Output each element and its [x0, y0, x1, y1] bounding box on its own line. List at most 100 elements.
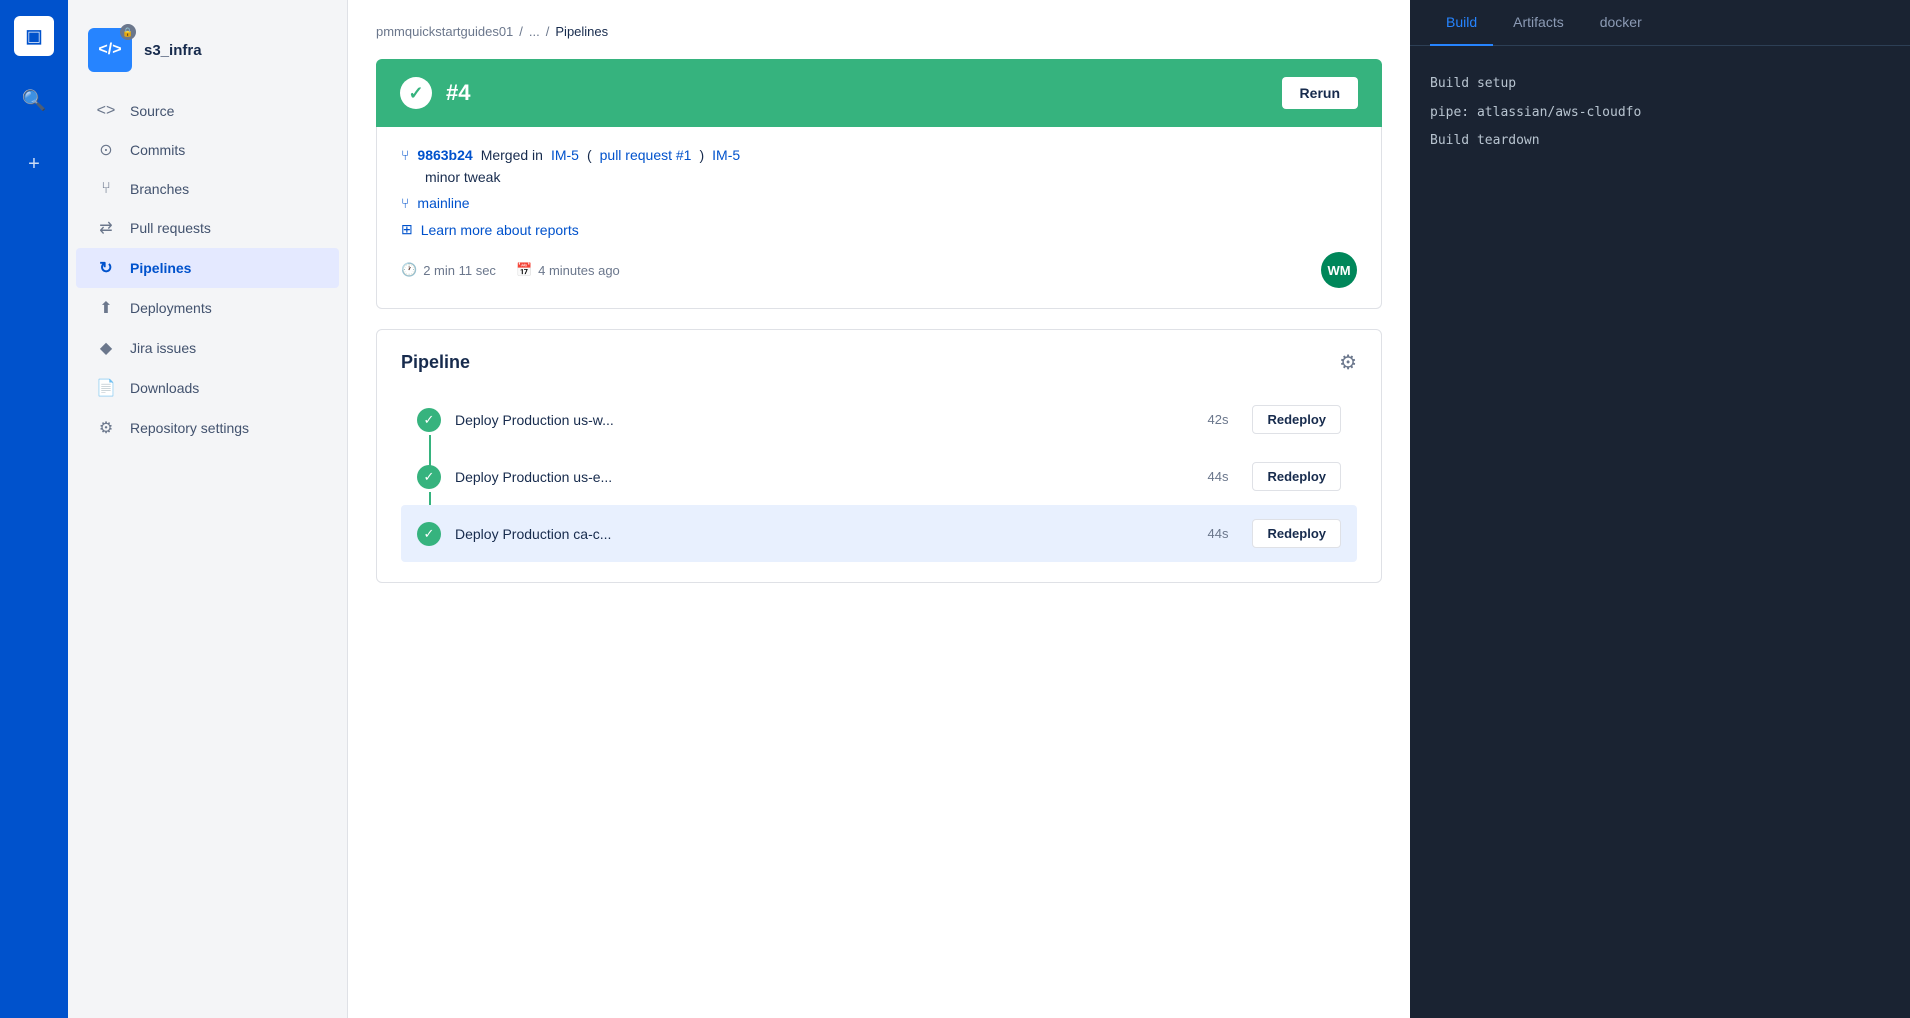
log-line-3: pipe: atlassian/aws-cloudfo	[1430, 99, 1890, 128]
logo-icon: ▣	[25, 26, 42, 47]
deployments-icon: ⬆	[96, 298, 116, 318]
step-1-container: ✓ Deploy Production us-w... 42s Redeploy	[401, 391, 1357, 448]
meta-line: 🕐 2 min 11 sec 📅 4 minutes ago WM	[401, 252, 1357, 288]
log-line-1: Build setup	[1430, 70, 1890, 99]
app-logo[interactable]: ▣	[14, 16, 54, 56]
duration-item: 🕐 2 min 11 sec	[401, 262, 496, 278]
step-2-name: Deploy Production us-e...	[455, 469, 1194, 485]
sidebar-item-label: Deployments	[130, 300, 212, 316]
breadcrumb-current: Pipelines	[555, 24, 608, 39]
commit-paren-close: )	[699, 147, 704, 163]
branch-icon: ⑂	[401, 195, 409, 211]
main-content: pmmquickstartguides01 / ... / Pipelines …	[348, 0, 1410, 1018]
pipeline-run-header: ✓ #4 Rerun	[376, 59, 1382, 127]
repo-icon-text: </>	[98, 41, 121, 59]
sidebar-item-label: Pull requests	[130, 220, 211, 236]
downloads-icon: 📄	[96, 378, 116, 398]
sidebar-item-branches[interactable]: ⑂ Branches	[76, 170, 339, 208]
repo-badge: 🔒	[120, 24, 136, 40]
step-row-active: ✓ Deploy Production ca-c... 44s Redeploy	[401, 505, 1357, 562]
commit-message: Merged in	[481, 147, 543, 163]
commit-hash-link[interactable]: 9863b24	[417, 147, 472, 163]
time-ago-item: 📅 4 minutes ago	[516, 262, 620, 278]
step-3-check: ✓	[417, 522, 441, 546]
sidebar-item-label: Source	[130, 103, 174, 119]
right-panel-tabs: Build Artifacts docker	[1410, 0, 1910, 46]
sidebar-item-label: Repository settings	[130, 420, 249, 436]
settings-icon: ⚙	[96, 418, 116, 438]
left-rail: ▣ 🔍 +	[0, 0, 68, 1018]
sidebar: </> 🔒 s3_infra <> Source ⊙ Commits ⑂ Bra…	[68, 0, 348, 1018]
breadcrumb-ellipsis[interactable]: ...	[529, 24, 540, 39]
add-label: +	[28, 153, 40, 176]
repo-icon: </> 🔒	[88, 28, 132, 72]
step-3-container: ✓ Deploy Production ca-c... 44s Redeploy	[401, 505, 1357, 562]
add-icon[interactable]: +	[14, 144, 54, 184]
commit-desc: minor tweak	[425, 169, 1357, 185]
build-log: Build setup pipe: atlassian/aws-cloudfo …	[1410, 46, 1910, 180]
success-icon: ✓	[400, 77, 432, 109]
pipelines-icon: ↻	[96, 258, 116, 278]
step-1-redeploy-button[interactable]: Redeploy	[1252, 405, 1341, 434]
run-number: ✓ #4	[400, 77, 470, 109]
breadcrumb-sep2: /	[546, 24, 550, 39]
sidebar-item-repository-settings[interactable]: ⚙ Repository settings	[76, 408, 339, 448]
sidebar-item-source[interactable]: <> Source	[76, 92, 339, 130]
branch-name-link[interactable]: mainline	[417, 195, 469, 211]
sidebar-item-pull-requests[interactable]: ⇄ Pull requests	[76, 208, 339, 248]
commit-line: ⑂ 9863b24 Merged in IM-5 ( pull request …	[401, 147, 1357, 163]
step-2-duration: 44s	[1208, 469, 1229, 484]
branches-icon: ⑂	[96, 180, 116, 198]
sidebar-item-commits[interactable]: ⊙ Commits	[76, 130, 339, 170]
step-3-duration: 44s	[1208, 526, 1229, 541]
sidebar-item-label: Jira issues	[130, 340, 196, 356]
pull-requests-icon: ⇄	[96, 218, 116, 238]
tab-docker-label: docker	[1600, 14, 1642, 30]
tab-artifacts-label: Artifacts	[1513, 14, 1564, 30]
report-link[interactable]: Learn more about reports	[421, 222, 579, 238]
avatar: WM	[1321, 252, 1357, 288]
branch-ref-link[interactable]: IM-5	[551, 147, 579, 163]
sidebar-item-pipelines[interactable]: ↻ Pipelines	[76, 248, 339, 288]
tab-docker[interactable]: docker	[1584, 0, 1658, 46]
report-line: ⊞ Learn more about reports	[401, 221, 1357, 238]
breadcrumb: pmmquickstartguides01 / ... / Pipelines	[376, 24, 1382, 39]
pipeline-steps-header: Pipeline ⚙	[401, 350, 1357, 375]
sidebar-item-jira-issues[interactable]: ◆ Jira issues	[76, 328, 339, 368]
step-2-check: ✓	[417, 465, 441, 489]
tab-build-label: Build	[1446, 14, 1477, 30]
pipeline-run-card: ✓ #4 Rerun ⑂ 9863b24 Merged in IM-5 ( pu…	[376, 59, 1382, 309]
report-icon: ⊞	[401, 221, 413, 238]
rerun-button[interactable]: Rerun	[1282, 77, 1358, 109]
pipeline-settings-button[interactable]: ⚙	[1339, 350, 1357, 375]
step-2-redeploy-button[interactable]: Redeploy	[1252, 462, 1341, 491]
breadcrumb-org[interactable]: pmmquickstartguides01	[376, 24, 513, 39]
log-line-5: Build teardown	[1430, 127, 1890, 156]
pipeline-info-card: ⑂ 9863b24 Merged in IM-5 ( pull request …	[376, 127, 1382, 309]
sidebar-nav: <> Source ⊙ Commits ⑂ Branches ⇄ Pull re…	[68, 92, 347, 448]
repo-header: </> 🔒 s3_infra	[68, 16, 347, 92]
branch-ref2-link[interactable]: IM-5	[712, 147, 740, 163]
source-icon: <>	[96, 102, 116, 120]
step-3-redeploy-button[interactable]: Redeploy	[1252, 519, 1341, 548]
step-row: ✓ Deploy Production us-w... 42s Redeploy	[401, 391, 1357, 448]
pipeline-steps-card: Pipeline ⚙ ✓ Deploy Production us-w... 4…	[376, 329, 1382, 583]
sidebar-item-label: Commits	[130, 142, 185, 158]
branch-line: ⑂ mainline	[401, 195, 1357, 211]
breadcrumb-sep1: /	[519, 24, 523, 39]
clock-icon: 🕐	[401, 262, 417, 278]
duration-text: 2 min 11 sec	[423, 263, 496, 278]
run-number-text: #4	[446, 80, 470, 106]
tab-artifacts[interactable]: Artifacts	[1497, 0, 1580, 46]
right-panel: Build Artifacts docker Build setup pipe:…	[1410, 0, 1910, 1018]
commit-paren-open: (	[587, 147, 592, 163]
sidebar-item-downloads[interactable]: 📄 Downloads	[76, 368, 339, 408]
pull-request-link[interactable]: pull request #1	[600, 147, 692, 163]
step-2-container: ✓ Deploy Production us-e... 44s Redeploy	[401, 448, 1357, 505]
step-row: ✓ Deploy Production us-e... 44s Redeploy	[401, 448, 1357, 505]
sidebar-item-deployments[interactable]: ⬆ Deployments	[76, 288, 339, 328]
jira-icon: ◆	[96, 338, 116, 358]
search-icon[interactable]: 🔍	[14, 80, 54, 120]
calendar-icon: 📅	[516, 262, 532, 278]
tab-build[interactable]: Build	[1430, 0, 1493, 46]
